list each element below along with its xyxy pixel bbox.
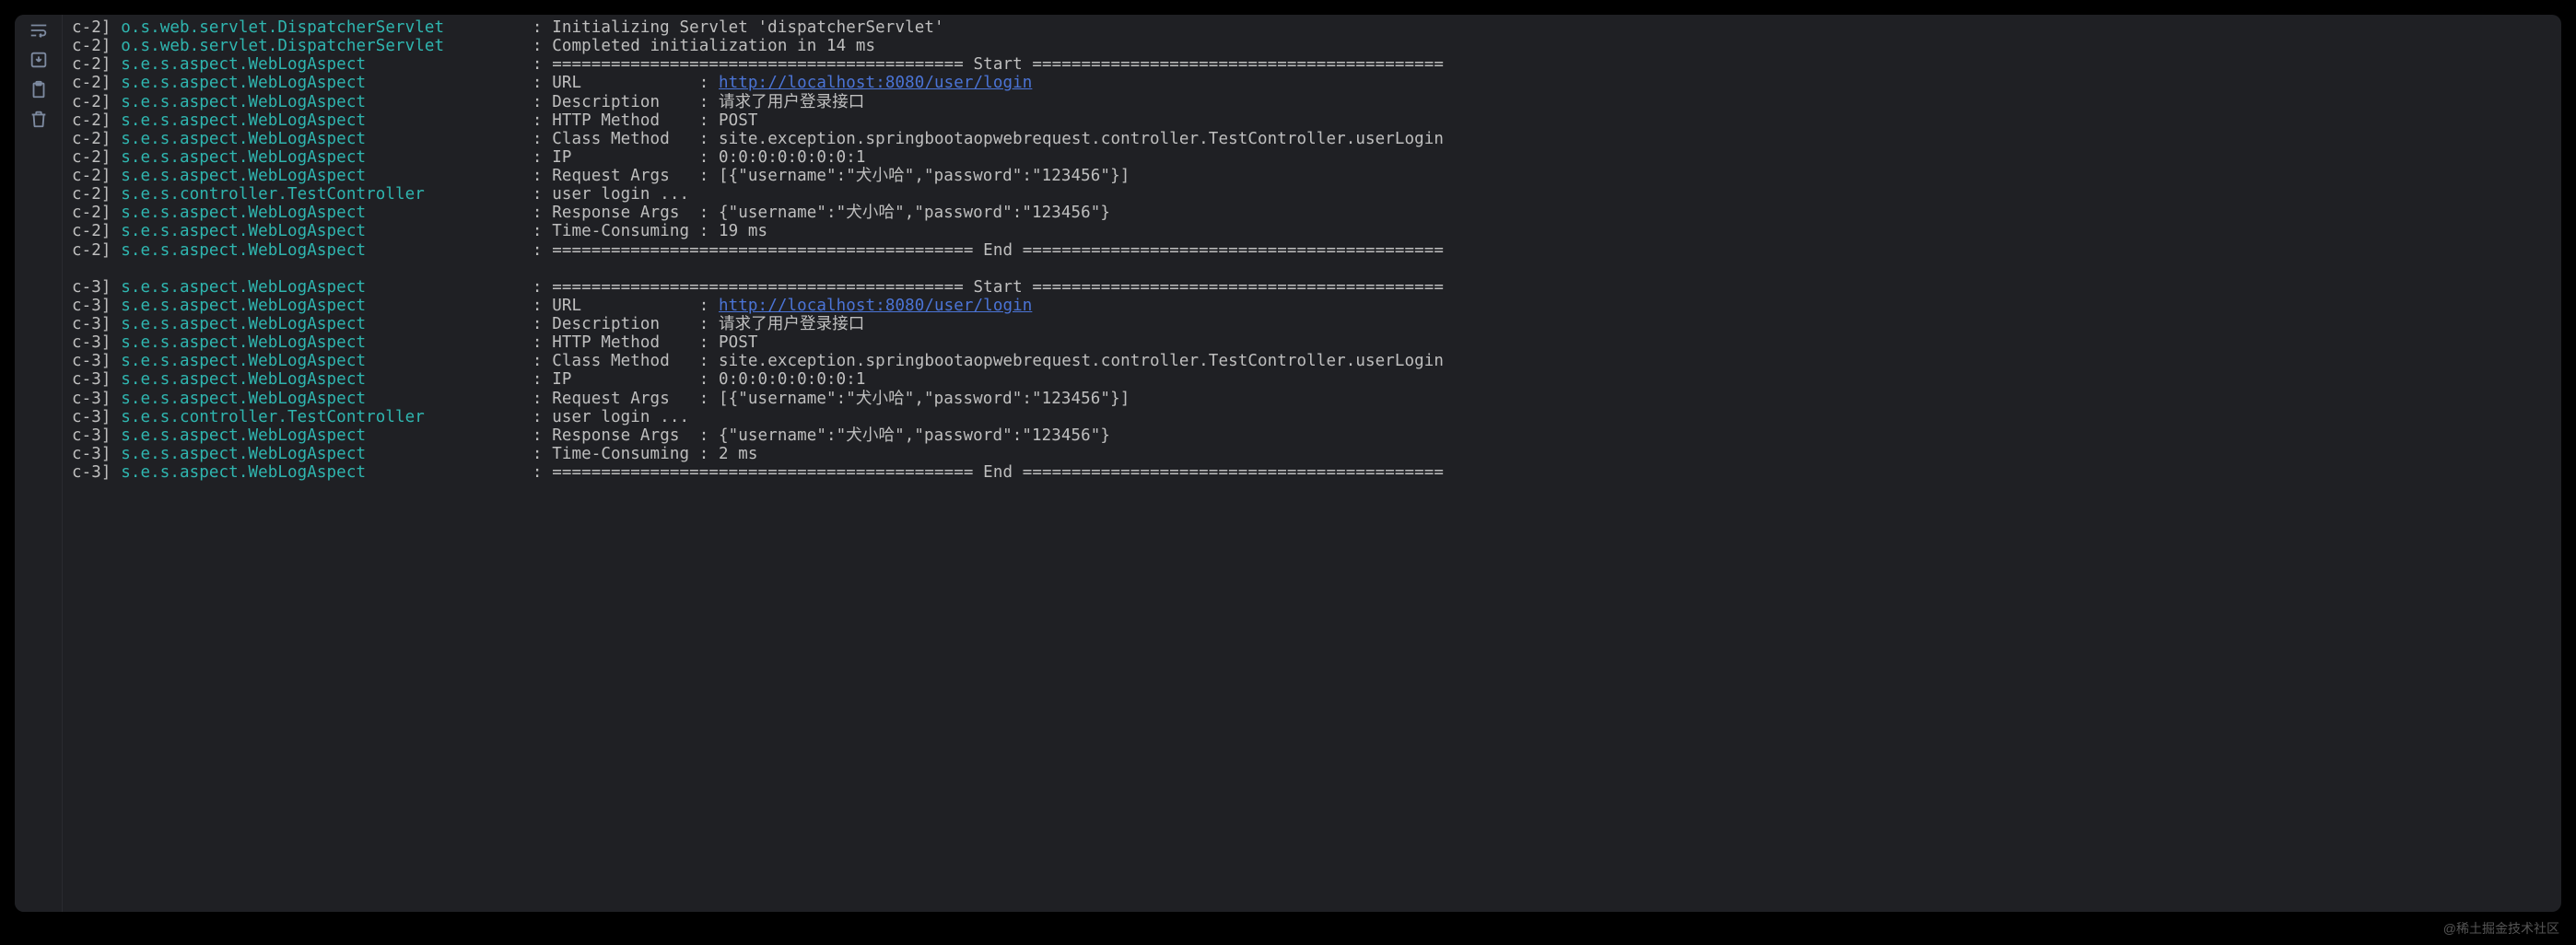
wrap-icon[interactable]	[29, 20, 49, 41]
log-output[interactable]: c-2] o.s.web.servlet.DispatcherServlet :…	[63, 15, 2561, 912]
log-line: c-3] s.e.s.aspect.WebLogAspect : =======…	[72, 278, 2554, 297]
log-line: c-3] s.e.s.aspect.WebLogAspect : Class M…	[72, 352, 2554, 370]
log-line: c-2] s.e.s.aspect.WebLogAspect : Request…	[72, 167, 2554, 185]
log-line: c-2] s.e.s.aspect.WebLogAspect : Class M…	[72, 130, 2554, 148]
log-line: c-2] s.e.s.aspect.WebLogAspect : Descrip…	[72, 93, 2554, 111]
log-line: c-2] o.s.web.servlet.DispatcherServlet :…	[72, 18, 2554, 37]
url-link[interactable]: http://localhost:8080/user/login	[719, 74, 1032, 92]
log-line: c-3] s.e.s.aspect.WebLogAspect : Respons…	[72, 426, 2554, 445]
download-icon[interactable]	[29, 50, 49, 70]
gutter-toolbar	[15, 15, 63, 912]
console-panel: c-2] o.s.web.servlet.DispatcherServlet :…	[15, 15, 2561, 912]
clipboard-icon[interactable]	[29, 79, 49, 99]
log-line: c-2] s.e.s.aspect.WebLogAspect : URL : h…	[72, 74, 2554, 92]
log-line: c-2] s.e.s.controller.TestController : u…	[72, 185, 2554, 204]
log-line: c-2] s.e.s.aspect.WebLogAspect : Respons…	[72, 204, 2554, 222]
log-line: c-2] s.e.s.aspect.WebLogAspect : =======…	[72, 241, 2554, 260]
log-line: c-3] s.e.s.aspect.WebLogAspect : Request…	[72, 390, 2554, 408]
log-line: c-3] s.e.s.aspect.WebLogAspect : IP : 0:…	[72, 370, 2554, 389]
log-line: c-3] s.e.s.aspect.WebLogAspect : =======…	[72, 463, 2554, 482]
log-line: c-2] s.e.s.aspect.WebLogAspect : =======…	[72, 55, 2554, 74]
watermark: @稀土掘金技术社区	[2443, 921, 2559, 936]
log-line	[72, 260, 2554, 278]
log-line: c-2] o.s.web.servlet.DispatcherServlet :…	[72, 37, 2554, 55]
log-line: c-3] s.e.s.aspect.WebLogAspect : URL : h…	[72, 297, 2554, 315]
log-line: c-2] s.e.s.aspect.WebLogAspect : IP : 0:…	[72, 148, 2554, 167]
log-line: c-3] s.e.s.aspect.WebLogAspect : Time-Co…	[72, 445, 2554, 463]
log-line: c-2] s.e.s.aspect.WebLogAspect : HTTP Me…	[72, 111, 2554, 130]
log-line: c-3] s.e.s.controller.TestController : u…	[72, 408, 2554, 426]
log-line: c-3] s.e.s.aspect.WebLogAspect : HTTP Me…	[72, 333, 2554, 352]
log-line: c-2] s.e.s.aspect.WebLogAspect : Time-Co…	[72, 222, 2554, 240]
trash-icon[interactable]	[29, 109, 49, 129]
url-link[interactable]: http://localhost:8080/user/login	[719, 297, 1032, 315]
log-line: c-3] s.e.s.aspect.WebLogAspect : Descrip…	[72, 315, 2554, 333]
